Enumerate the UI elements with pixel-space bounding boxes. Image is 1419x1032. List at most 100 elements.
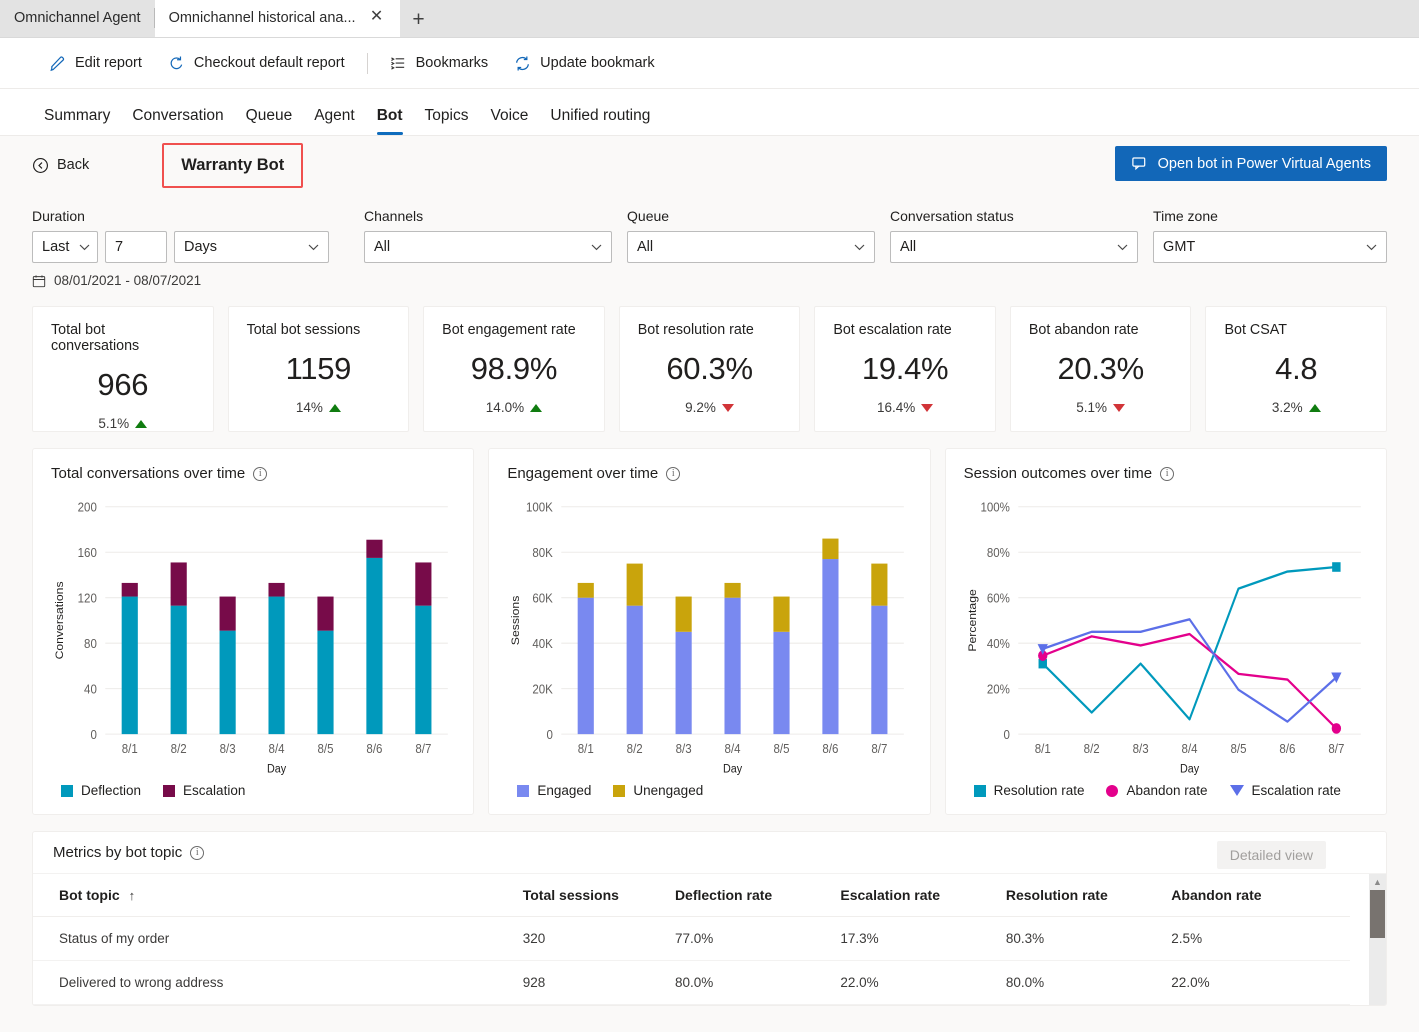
svg-text:160: 160 [78, 545, 97, 560]
tab-voice[interactable]: Voice [479, 107, 539, 135]
kpi-delta-value: 9.2% [685, 400, 716, 415]
tab-bot[interactable]: Bot [366, 107, 414, 135]
checkout-default-report-button[interactable]: Checkout default report [155, 49, 358, 78]
page-content: Back Warranty Bot Open bot in Power Virt… [0, 136, 1419, 1006]
legend-item[interactable]: Unengaged [613, 783, 703, 798]
svg-text:Conversations: Conversations [55, 581, 66, 659]
duration-unit-value: Days [184, 239, 218, 255]
open-bot-in-power-virtual-agents-button[interactable]: Open bot in Power Virtual Agents [1114, 146, 1387, 181]
conversation-status-select[interactable]: All [890, 231, 1139, 263]
column-header-escalation-rate[interactable]: Escalation rate [840, 874, 1006, 917]
cell-bot-topic: Status of my order [33, 916, 523, 961]
legend-swatch-resolution-rate [973, 784, 986, 797]
table-row[interactable]: Delivered to wrong address 928 80.0% 22.… [33, 960, 1350, 1005]
trend-down-icon [1113, 403, 1126, 412]
legend-item[interactable]: Engaged [517, 783, 591, 798]
column-header-total-sessions[interactable]: Total sessions [522, 874, 675, 917]
column-header-abandon-rate[interactable]: Abandon rate [1171, 874, 1350, 917]
time-zone-value: GMT [1163, 239, 1196, 255]
svg-text:8/5: 8/5 [1230, 742, 1246, 757]
chevron-down-icon [581, 244, 602, 251]
legend-item[interactable]: Escalation [163, 783, 245, 798]
report-tabs: Summary Conversation Queue Agent Bot Top… [0, 89, 1419, 136]
info-icon[interactable]: i [190, 845, 205, 860]
tab-agent[interactable]: Agent [303, 107, 366, 135]
svg-text:8/7: 8/7 [1328, 742, 1344, 757]
legend-item[interactable]: Resolution rate [973, 783, 1084, 798]
info-icon[interactable]: i [1160, 466, 1175, 481]
legend-label: Abandon rate [1126, 783, 1208, 798]
legend-label: Deflection [81, 783, 142, 798]
browser-tab-omnichannel-historical-analytics[interactable]: Omnichannel historical ana... ✕ [154, 0, 400, 37]
browser-tab-omnichannel-agent[interactable]: Omnichannel Agent [0, 0, 155, 37]
kpi-total-bot-sessions: Total bot sessions 1159 14% [227, 306, 410, 432]
legend-label: Unengaged [633, 783, 704, 798]
queue-select[interactable]: All [627, 231, 876, 263]
legend-item[interactable]: Deflection [61, 783, 141, 798]
column-header-bot-topic[interactable]: Bot topic ↑ [33, 874, 523, 917]
back-button[interactable]: Back [32, 157, 89, 174]
kpi-title: Total bot sessions [246, 322, 361, 338]
tab-queue[interactable]: Queue [235, 107, 304, 135]
detailed-view-button[interactable]: Detailed view [1216, 841, 1326, 869]
trend-down-icon [921, 403, 934, 412]
svg-text:80: 80 [84, 636, 97, 651]
legend-item[interactable]: Abandon rate [1106, 783, 1208, 798]
svg-text:Sessions: Sessions [511, 595, 522, 645]
queue-label: Queue [627, 208, 670, 224]
info-icon[interactable]: i [253, 466, 268, 481]
kpi-bot-escalation-rate: Bot escalation rate 19.4% 16.4% [814, 306, 996, 432]
metrics-table: Bot topic ↑ Total sessions Deflection rat… [33, 874, 1350, 1005]
bookmarks-label: Bookmarks [415, 55, 489, 71]
duration-relative-value: Last [42, 239, 70, 255]
column-header-resolution-rate[interactable]: Resolution rate [1005, 874, 1172, 917]
chart-title-text: Session outcomes over time [963, 465, 1153, 482]
svg-text:8/3: 8/3 [676, 742, 692, 757]
tab-unified-routing[interactable]: Unified routing [539, 107, 661, 135]
conversation-status-label: Conversation status [890, 208, 1014, 224]
chat-bot-icon [1131, 155, 1148, 172]
scrollbar-thumb[interactable] [1370, 890, 1385, 938]
info-icon[interactable]: i [666, 466, 681, 481]
chart-legend: Resolution rate Abandon rate Escalation … [964, 783, 1368, 798]
duration-number-input[interactable]: 7 [105, 231, 167, 263]
svg-text:8/3: 8/3 [1132, 742, 1148, 757]
channels-select[interactable]: All [364, 231, 613, 263]
svg-text:0: 0 [1003, 727, 1010, 742]
duration-unit-select[interactable]: Days [174, 231, 329, 263]
svg-text:40%: 40% [986, 636, 1009, 651]
svg-text:100K: 100K [526, 500, 554, 515]
trend-up-icon [135, 419, 148, 428]
close-icon[interactable]: ✕ [368, 9, 386, 27]
svg-text:8/5: 8/5 [318, 742, 334, 757]
page-title: Warranty Bot [181, 155, 285, 174]
kpi-delta: 5.1% [98, 416, 148, 431]
new-tab-icon[interactable]: + [400, 3, 438, 37]
column-header-deflection-rate[interactable]: Deflection rate [674, 874, 841, 917]
svg-text:0: 0 [547, 727, 554, 742]
kpi-delta: 5.1% [1076, 400, 1126, 415]
update-bookmark-button[interactable]: Update bookmark [501, 49, 667, 78]
tab-topics[interactable]: Topics [414, 107, 480, 135]
scroll-up-icon[interactable]: ▲ [1369, 874, 1386, 890]
browser-tab-label: Omnichannel historical ana... [168, 10, 356, 26]
kpi-value: 19.4% [861, 351, 949, 386]
chart-svg: 0 20% 40% 60% 80% 100% 8/1 8/2 8/3 8/4 8/5 8/6 8/7 Da… [967, 500, 1361, 776]
table-header-row: Bot topic ↑ Total sessions Deflection rat… [33, 874, 1350, 917]
edit-report-button[interactable]: Edit report [36, 49, 155, 78]
legend-item[interactable]: Escalation rate [1229, 783, 1341, 798]
svg-text:0: 0 [90, 727, 97, 742]
bookmarks-button[interactable]: Bookmarks [377, 49, 502, 78]
tab-conversation[interactable]: Conversation [121, 107, 234, 135]
svg-text:60%: 60% [986, 591, 1009, 606]
cell-escalation-rate: 17.3% [840, 916, 1006, 961]
time-zone-select[interactable]: GMT [1153, 231, 1387, 263]
table-row[interactable]: Status of my order 320 77.0% 17.3% 80.3%… [33, 916, 1350, 961]
duration-relative-select[interactable]: Last [32, 231, 98, 263]
back-label: Back [57, 157, 90, 173]
cell-total-sessions: 320 [522, 916, 675, 961]
table-scrollbar[interactable]: ▲ [1369, 874, 1386, 1005]
command-bar: Edit report Checkout default report Book… [0, 38, 1419, 89]
tab-summary[interactable]: Summary [33, 107, 121, 135]
chart-title: Session outcomes over time i [964, 465, 1368, 482]
